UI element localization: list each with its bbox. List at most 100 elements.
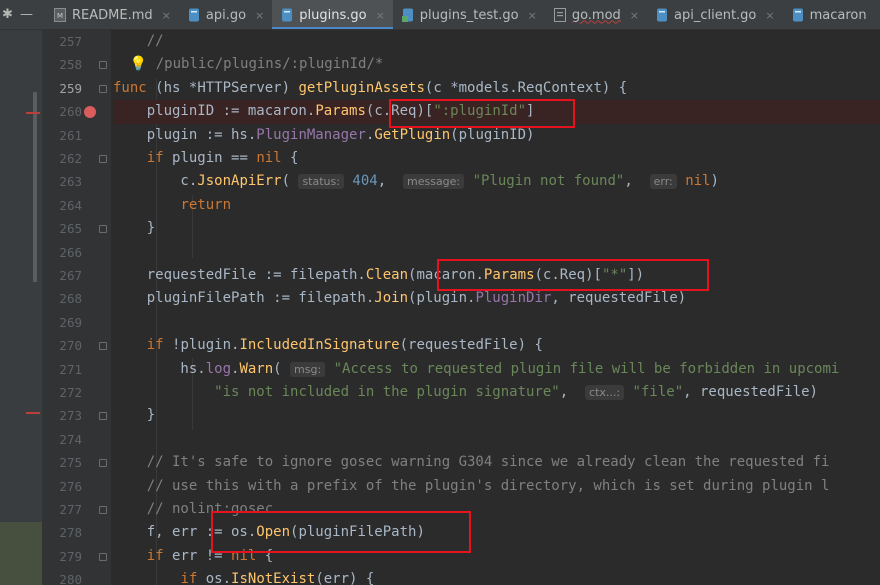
code-token: IncludedInSignature xyxy=(239,337,400,354)
gutter-row[interactable]: 260 xyxy=(42,100,112,123)
gutter-row[interactable]: 262 xyxy=(42,147,112,170)
tab-readme-md[interactable]: M README.md × xyxy=(45,0,179,29)
code-line[interactable]: } xyxy=(113,404,880,427)
svg-text:M: M xyxy=(57,12,63,20)
code-line[interactable]: // xyxy=(113,30,880,53)
fold-icon[interactable] xyxy=(99,84,107,93)
parameter-hint: msg: xyxy=(290,361,326,377)
code-line[interactable]: if plugin == nil { xyxy=(113,147,880,170)
gutter-row[interactable]: 275 xyxy=(42,451,112,474)
code-line[interactable]: "is not included in the plugin signature… xyxy=(113,381,880,404)
gutter-row[interactable]: 257 xyxy=(42,30,112,53)
gutter-row[interactable]: 268 xyxy=(42,287,112,310)
gutter-row[interactable]: 263 xyxy=(42,170,112,193)
code-token: , xyxy=(377,173,403,190)
code-line[interactable]: 💡 /public/plugins/:pluginId/* xyxy=(113,53,880,76)
code-token: // It's safe to ignore gosec warning G30… xyxy=(113,454,830,471)
code-line[interactable]: if os.IsNotExist(err) { xyxy=(113,568,880,585)
code-token: JsonApiErr xyxy=(197,173,282,190)
go-file-icon xyxy=(188,8,200,23)
lightbulb-icon[interactable]: 💡 xyxy=(130,56,147,72)
fold-icon[interactable] xyxy=(99,506,107,514)
line-number: 262 xyxy=(59,151,82,166)
close-icon[interactable]: × xyxy=(376,9,385,22)
gutter-row[interactable]: 258 xyxy=(42,53,112,76)
strip-scroll-indicator xyxy=(33,92,37,282)
highlight-pluginid-param xyxy=(389,99,575,128)
gutter-row[interactable]: 267 xyxy=(42,264,112,287)
gutter-row[interactable]: 265 xyxy=(42,217,112,240)
code-line[interactable]: c.JsonApiErr( status: 404, message: "Plu… xyxy=(113,170,880,193)
minimize-icon[interactable]: — xyxy=(20,0,33,29)
close-icon[interactable]: × xyxy=(630,9,639,22)
error-marker[interactable] xyxy=(26,412,40,414)
gutter-row[interactable]: 277 xyxy=(42,498,112,521)
gutter-row[interactable]: 266 xyxy=(42,241,112,264)
fold-icon[interactable] xyxy=(99,552,107,561)
tab-go-mod[interactable]: go.mod × xyxy=(545,0,647,29)
gutter-row[interactable]: 279 xyxy=(42,545,112,568)
code-line[interactable]: // It's safe to ignore gosec warning G30… xyxy=(113,451,880,474)
gutter-row[interactable]: 276 xyxy=(42,475,112,498)
code-token: if xyxy=(146,337,173,354)
code-line[interactable] xyxy=(113,311,880,334)
editor-tab-bar: ✱ — M README.md × api.go × plugins.go × plugins… xyxy=(0,0,880,30)
code-token: "is not included in the plugin signature… xyxy=(214,384,560,400)
fold-icon[interactable] xyxy=(99,342,107,351)
code-token: // xyxy=(113,33,164,49)
code-token: if xyxy=(180,571,206,585)
gutter-row[interactable]: 272 xyxy=(42,381,112,404)
line-number: 272 xyxy=(59,385,82,400)
fold-icon[interactable] xyxy=(99,412,107,421)
tab-api-client-go[interactable]: api_client.go × xyxy=(647,0,783,29)
line-number: 258 xyxy=(59,57,82,73)
tab-label: macaron xyxy=(809,7,867,23)
code-token: ) xyxy=(281,79,299,96)
breakpoint-icon[interactable] xyxy=(84,106,96,119)
close-icon[interactable]: × xyxy=(255,9,264,22)
tab-macaron[interactable]: macaron xyxy=(783,0,875,29)
code-line[interactable]: // use this with a prefix of the plugin'… xyxy=(113,475,880,498)
tab-plugins-go[interactable]: plugins.go × xyxy=(272,0,393,29)
tab-api-go[interactable]: api.go × xyxy=(179,0,272,29)
code-token: log xyxy=(205,360,232,377)
tab-label: api.go xyxy=(205,7,247,23)
tab-label: api_client.go xyxy=(674,7,757,23)
gutter-row[interactable]: 270 xyxy=(42,334,112,357)
gutter-row[interactable]: 280 xyxy=(42,568,112,585)
code-line[interactable] xyxy=(113,428,880,451)
gutter-row[interactable]: 274 xyxy=(42,428,112,451)
fold-icon[interactable] xyxy=(99,61,107,70)
code-line[interactable]: if !plugin.IncludedInSignature(requested… xyxy=(113,334,880,357)
code-line[interactable]: return xyxy=(113,194,880,217)
code-token: , requestedFile) xyxy=(551,290,687,307)
settings-icon[interactable]: ✱ xyxy=(2,0,13,29)
tab-plugins-test-go[interactable]: plugins_test.go × xyxy=(393,0,545,29)
fold-icon[interactable] xyxy=(99,155,107,163)
gutter-row[interactable]: 269 xyxy=(42,311,112,334)
gutter-row[interactable]: 271 xyxy=(42,358,112,381)
gutter-row[interactable]: 264 xyxy=(42,194,112,217)
fold-icon[interactable] xyxy=(99,225,107,234)
code-line[interactable]: } xyxy=(113,217,880,240)
fold-icon[interactable] xyxy=(99,459,107,468)
line-number: 273 xyxy=(59,408,82,424)
gutter-row[interactable]: 273 xyxy=(42,404,112,427)
gutter-row[interactable]: 261 xyxy=(42,124,112,147)
close-icon[interactable]: × xyxy=(162,9,171,22)
code-line[interactable]: func (hs *HTTPServer) getPluginAssets(c … xyxy=(113,77,880,100)
code-token: hs. xyxy=(113,360,206,377)
line-number: 271 xyxy=(59,361,82,377)
code-token: if xyxy=(146,547,173,564)
code-line[interactable]: hs.log.Warn( msg: "Access to requested p… xyxy=(113,358,880,381)
gutter-row[interactable]: 278 xyxy=(42,521,112,544)
error-marker[interactable] xyxy=(26,112,40,114)
code-token: c. xyxy=(113,173,198,190)
close-icon[interactable]: × xyxy=(765,9,774,22)
code-area[interactable]: // 💡 /public/plugins/:pluginId/* func (hs… xyxy=(113,30,880,585)
close-icon[interactable]: × xyxy=(528,9,537,22)
gutter-row[interactable]: 259 xyxy=(42,77,112,100)
line-number: 277 xyxy=(59,502,82,517)
